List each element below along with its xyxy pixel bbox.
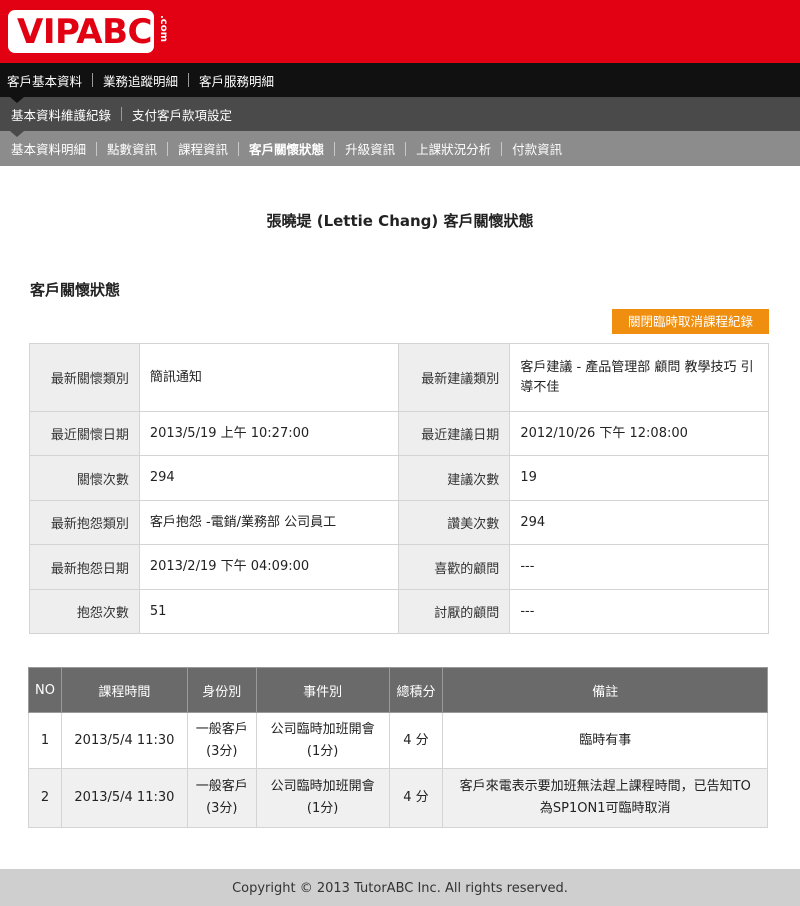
nav-basic-maintenance-log[interactable]: 基本資料維護紀錄 (11, 105, 111, 124)
header-bar: VIPABC .com (0, 0, 800, 63)
info-value: 294 (138, 455, 400, 501)
info-label: 最近建議日期 (398, 411, 511, 456)
info-row: 最新抱怨日期 2013/2/19 下午 04:09:00 喜歡的顧問 --- (29, 544, 769, 590)
cell-identity: 一般客戶 (3分) (186, 712, 257, 769)
section-title: 客戶關懷狀態 (30, 281, 121, 299)
info-row: 最近關懷日期 2013/5/19 上午 10:27:00 最近建議日期 2012… (29, 411, 769, 456)
event-points: (1分) (306, 743, 339, 759)
tab-upgrade-info[interactable]: 升級資訊 (345, 139, 395, 158)
info-row: 最新關懷類別 簡訊通知 最新建議類別 客戶建議 - 產品管理部 顧問 教學技巧 … (29, 343, 769, 412)
info-value: 294 (509, 500, 769, 545)
info-label: 最新抱怨類別 (29, 500, 140, 545)
nav-divider (167, 141, 169, 156)
cell-no: 1 (28, 712, 62, 769)
cell-course-time: 2013/5/4 11:30 (60, 768, 188, 828)
tab-course-info[interactable]: 課程資訊 (178, 139, 228, 158)
nav-divider (188, 73, 190, 87)
cell-score: 4 分 (388, 712, 444, 769)
info-row: 關懷次數 294 建議次數 19 (29, 455, 769, 501)
info-label: 建議次數 (398, 455, 511, 501)
info-label: 最新建議類別 (398, 343, 511, 412)
cell-identity: 一般客戶 (3分) (186, 768, 257, 828)
table-header-row: NO 課程時間 身份別 事件別 總積分 備註 (28, 667, 768, 713)
cell-course-time: 2013/5/4 11:30 (60, 712, 188, 769)
nav-divider (501, 141, 503, 156)
info-label: 關懷次數 (29, 455, 140, 501)
nav-divider (96, 141, 98, 156)
nav-payment-settings[interactable]: 支付客戶款項設定 (132, 105, 232, 124)
logo-text: VIPABC (17, 12, 152, 52)
cell-score: 4 分 (388, 768, 444, 828)
info-label: 喜歡的顧問 (398, 544, 511, 590)
nav-sales-tracking[interactable]: 業務追蹤明細 (103, 71, 178, 90)
cell-event: 公司臨時加班開會 (1分) (255, 768, 390, 828)
info-value: 19 (509, 455, 769, 501)
info-value: --- (509, 544, 769, 590)
table-row: 1 2013/5/4 11:30 一般客戶 (3分) 公司臨時加班開會 (1分)… (28, 712, 768, 769)
info-value: 2013/2/19 下午 04:09:00 (138, 544, 400, 590)
event-type: 公司臨時加班開會 (270, 721, 375, 737)
col-header-identity: 身份別 (186, 667, 257, 713)
col-header-note: 備註 (442, 667, 768, 713)
primary-nav: 客戶基本資料 業務追蹤明細 客戶服務明細 (0, 63, 800, 97)
tab-customer-care-status[interactable]: 客戶關懷狀態 (249, 139, 324, 158)
nav-divider (405, 141, 407, 156)
cell-note: 客戶來電表示要加班無法趕上課程時間，已告知TO為SP1ON1可臨時取消 (442, 768, 768, 828)
nav-divider (334, 141, 336, 156)
identity-type: 一般客戶 (195, 779, 248, 794)
table-row: 2 2013/5/4 11:30 一般客戶 (3分) 公司臨時加班開會 (1分)… (28, 768, 768, 828)
close-cancel-record-button[interactable]: 關閉臨時取消課程紀錄 (612, 309, 769, 334)
event-points: (1分) (306, 801, 339, 816)
info-label: 最新抱怨日期 (29, 544, 140, 590)
info-value: 簡訊通知 (138, 343, 400, 412)
info-value: 客戶抱怨 -電銷/業務部 公司員工 (138, 500, 400, 545)
logo-suffix: .com (158, 15, 169, 43)
col-header-total-score: 總積分 (388, 667, 444, 713)
nav-pointer-icon (10, 97, 24, 103)
tab-basic-details[interactable]: 基本資料明細 (11, 139, 86, 158)
identity-points: (3分) (206, 801, 238, 816)
cell-no: 2 (28, 768, 62, 828)
tertiary-nav: 基本資料明細 點數資訊 課程資訊 客戶關懷狀態 升級資訊 上課狀況分析 付款資訊 (0, 131, 800, 166)
nav-customer-service[interactable]: 客戶服務明細 (199, 71, 274, 90)
info-value: 51 (138, 589, 400, 634)
info-row: 抱怨次數 51 討厭的顧問 --- (29, 589, 769, 634)
care-status-table: 最新關懷類別 簡訊通知 最新建議類別 客戶建議 - 產品管理部 顧問 教學技巧 … (29, 343, 769, 634)
col-header-event: 事件別 (255, 667, 390, 713)
cell-note: 臨時有事 (442, 712, 768, 769)
nav-divider (121, 107, 123, 121)
info-value: 2013/5/19 上午 10:27:00 (138, 411, 400, 456)
nav-divider (92, 73, 94, 87)
tab-payment-info[interactable]: 付款資訊 (512, 139, 562, 158)
secondary-nav: 基本資料維護紀錄 支付客戶款項設定 (0, 97, 800, 131)
info-label: 最近關懷日期 (29, 411, 140, 456)
info-row: 最新抱怨類別 客戶抱怨 -電銷/業務部 公司員工 讚美次數 294 (29, 500, 769, 545)
col-header-course-time: 課程時間 (60, 667, 188, 713)
info-label: 讚美次數 (398, 500, 511, 545)
info-value: 客戶建議 - 產品管理部 顧問 教學技巧 引導不佳 (509, 343, 769, 412)
info-label: 最新關懷類別 (29, 343, 140, 412)
nav-pointer-icon (10, 131, 24, 137)
footer-copyright: Copyright © 2013 TutorABC Inc. All right… (0, 869, 800, 906)
nav-customer-basic[interactable]: 客戶基本資料 (7, 71, 82, 90)
info-value: 2012/10/26 下午 12:08:00 (509, 411, 769, 456)
col-header-no: NO (28, 667, 62, 713)
cell-event: 公司臨時加班開會 (1分) (255, 712, 390, 769)
tab-points-info[interactable]: 點數資訊 (107, 139, 157, 158)
tab-class-analysis[interactable]: 上課狀況分析 (416, 139, 491, 158)
info-label: 討厭的顧問 (398, 589, 511, 634)
vipabc-logo[interactable]: VIPABC .com (8, 10, 169, 53)
event-type: 公司臨時加班開會 (270, 779, 375, 794)
identity-type: 一般客戶 (195, 721, 248, 737)
info-label: 抱怨次數 (29, 589, 140, 634)
info-value: --- (509, 589, 769, 634)
identity-points: (3分) (206, 743, 238, 759)
cancellation-record-table: NO 課程時間 身份別 事件別 總積分 備註 1 2013/5/4 11:30 … (28, 667, 768, 828)
page-title: 張曉堤 (Lettie Chang) 客戶關懷狀態 (266, 212, 534, 230)
nav-divider (238, 141, 240, 156)
